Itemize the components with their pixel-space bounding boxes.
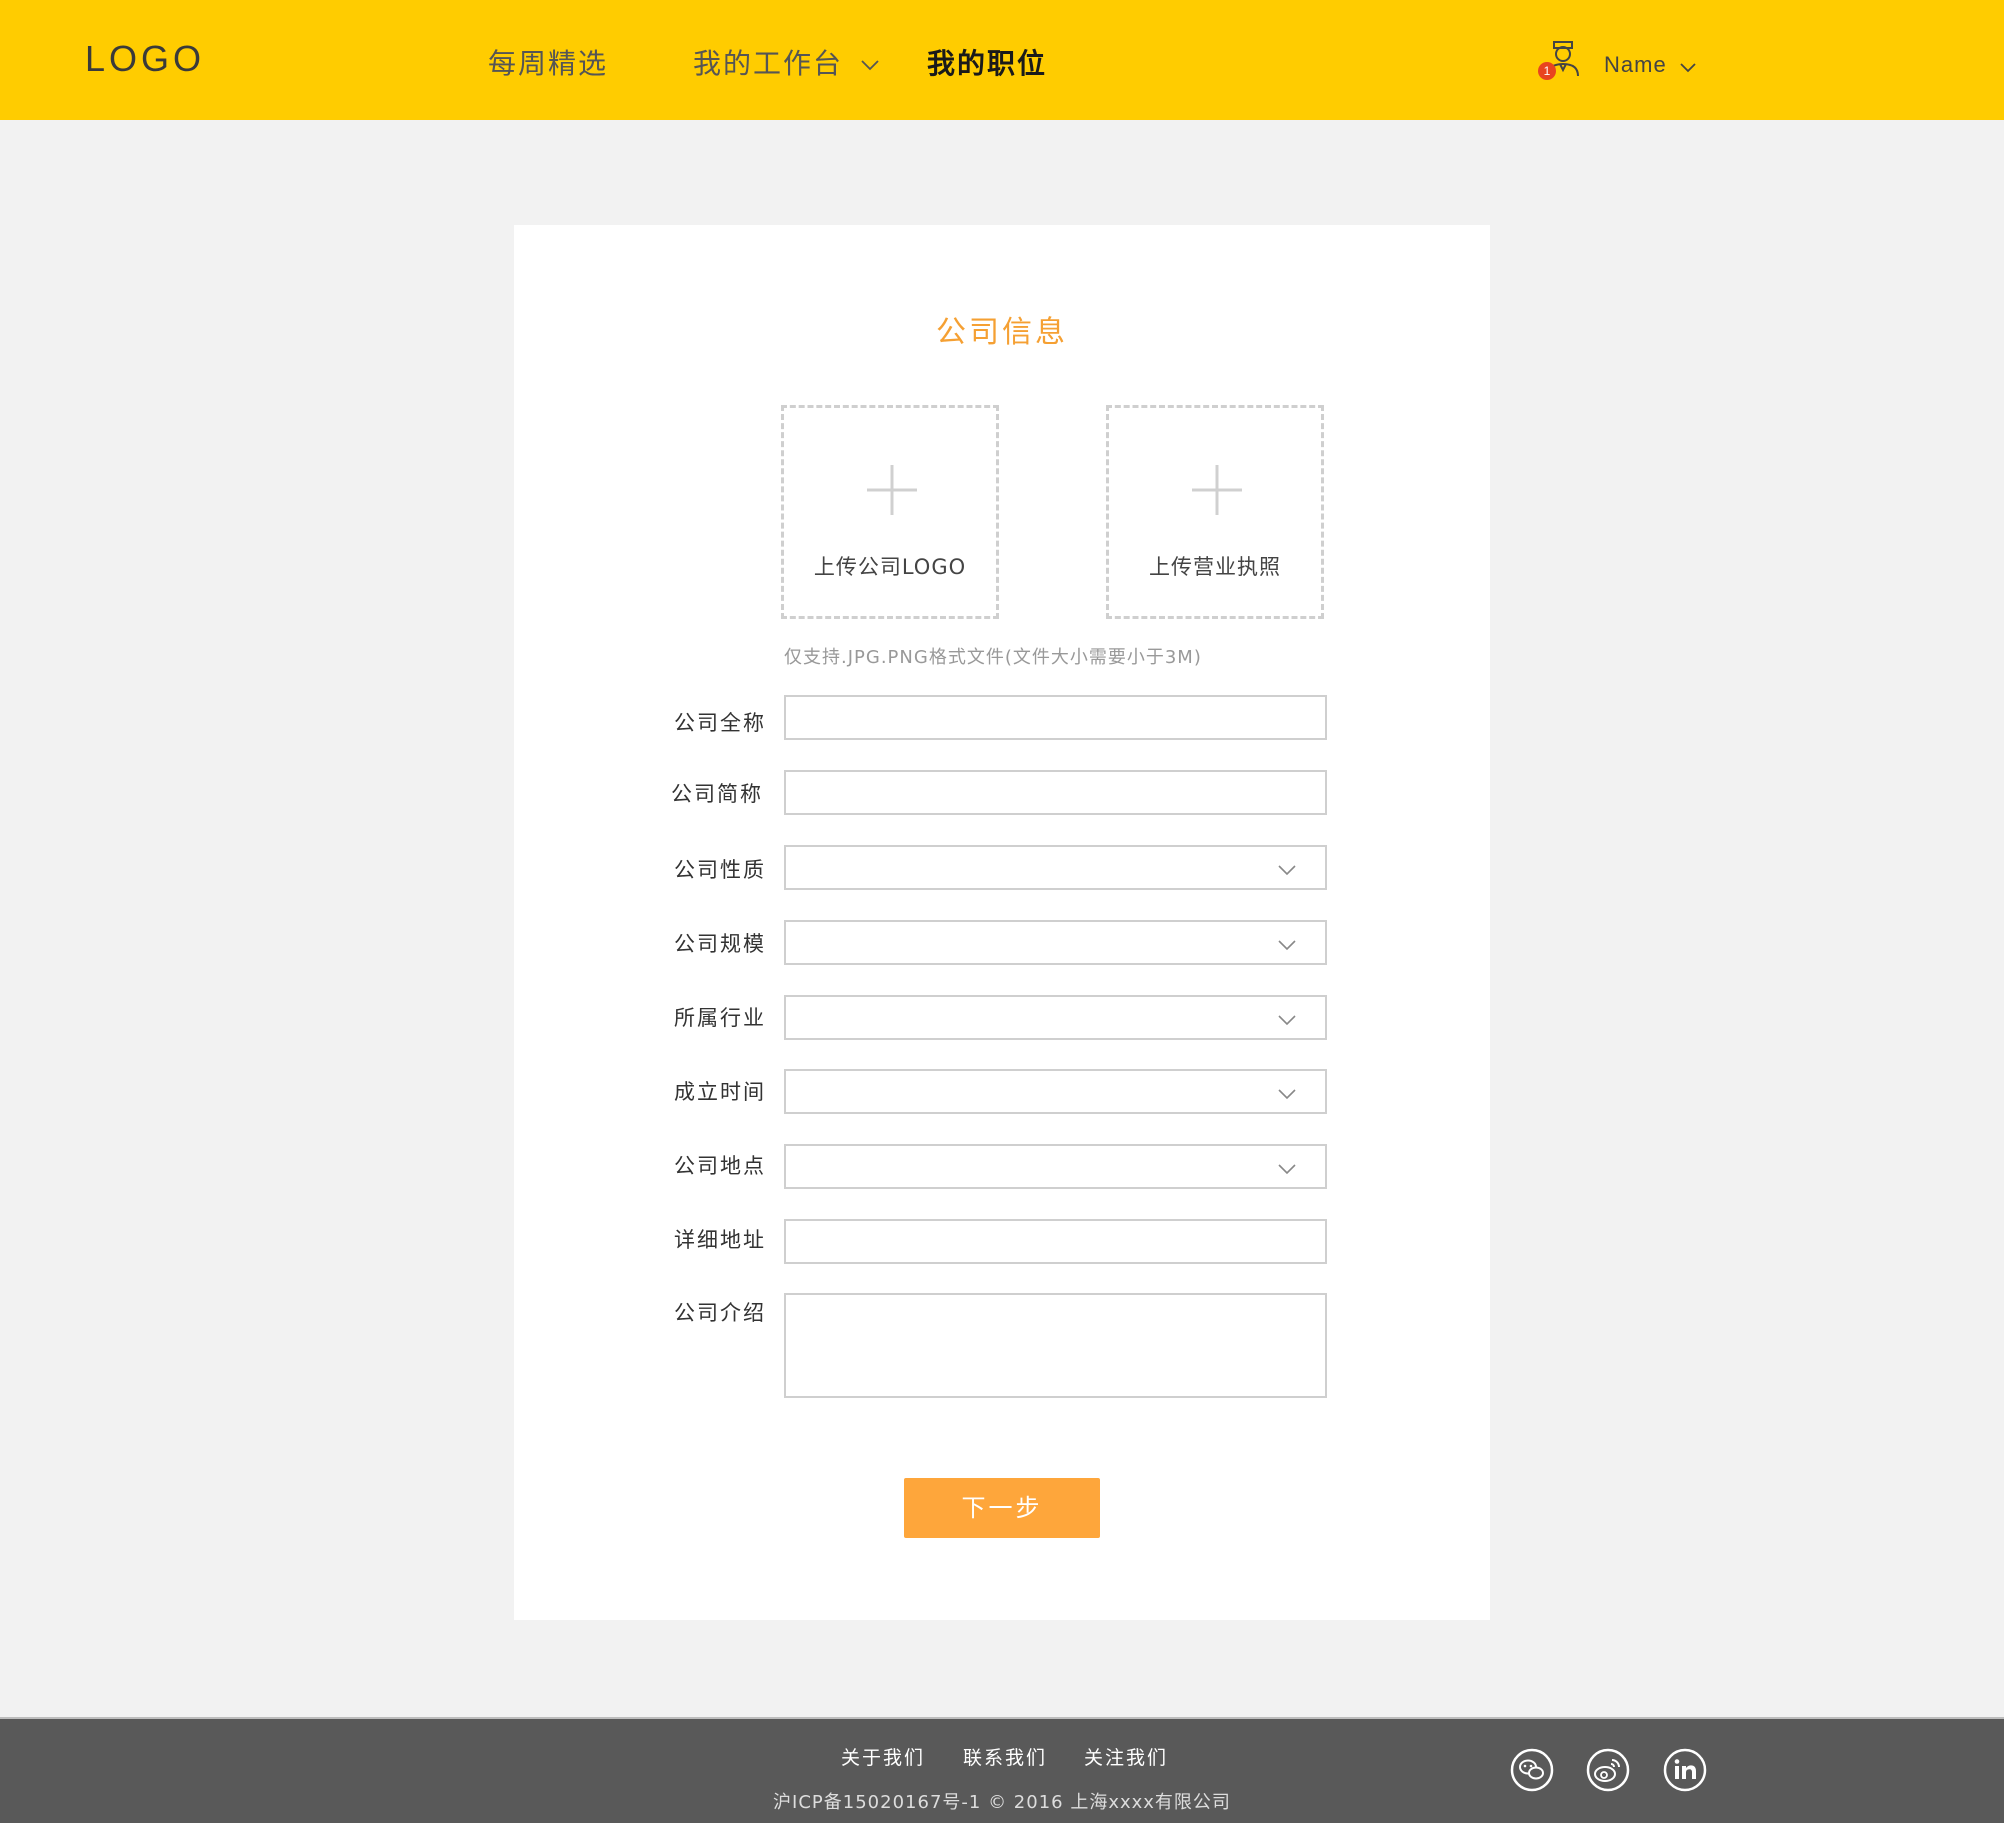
industry-select[interactable] bbox=[784, 995, 1327, 1040]
chevron-down-icon bbox=[1278, 865, 1296, 876]
field-label-industry: 所属行业 bbox=[674, 1006, 766, 1030]
upload-license-label: 上传营业执照 bbox=[1149, 555, 1281, 579]
plus-icon bbox=[867, 465, 917, 515]
footer: 关于我们 联系我们 关注我们 沪ICP备15020167号-1 © 2016 上… bbox=[0, 1719, 2004, 1823]
wechat-icon[interactable] bbox=[1510, 1748, 1554, 1792]
field-label-nature: 公司性质 bbox=[674, 858, 766, 882]
user-name: Name bbox=[1604, 52, 1667, 77]
weibo-icon[interactable] bbox=[1586, 1748, 1630, 1792]
linkedin-icon[interactable] bbox=[1663, 1748, 1707, 1792]
next-step-button[interactable]: 下一步 bbox=[904, 1478, 1100, 1538]
field-label-location: 公司地点 bbox=[674, 1154, 766, 1178]
company-intro-textarea[interactable] bbox=[784, 1293, 1327, 1398]
field-label-intro: 公司介绍 bbox=[674, 1301, 766, 1325]
form-title: 公司信息 bbox=[936, 315, 1068, 350]
upload-hint: 仅支持.JPG.PNG格式文件(文件大小需要小于3M) bbox=[784, 647, 1202, 668]
company-scale-select[interactable] bbox=[784, 920, 1327, 965]
founded-time-select[interactable] bbox=[784, 1069, 1327, 1114]
field-label-full-name: 公司全称 bbox=[674, 711, 766, 735]
upload-logo-button[interactable]: 上传公司LOGO bbox=[781, 405, 999, 619]
field-label-founded: 成立时间 bbox=[674, 1080, 766, 1104]
nav-item-label: 我的工作台 bbox=[693, 47, 844, 80]
company-info-card: 公司信息 上传公司LOGO 上传营业执照 仅支持.JPG.PNG格式文件(文件大… bbox=[514, 225, 1490, 1620]
upload-license-button[interactable]: 上传营业执照 bbox=[1106, 405, 1324, 619]
company-short-name-input[interactable] bbox=[784, 770, 1327, 815]
nav-item-my-positions[interactable]: 我的职位 bbox=[927, 42, 1047, 82]
company-location-select[interactable] bbox=[784, 1144, 1327, 1189]
field-label-scale: 公司规模 bbox=[674, 932, 766, 956]
detailed-address-input[interactable] bbox=[784, 1219, 1327, 1264]
chevron-down-icon bbox=[861, 60, 879, 71]
footer-link-follow[interactable]: 关注我们 bbox=[1084, 1743, 1168, 1770]
nav-item-my-workspace[interactable]: 我的工作台 bbox=[693, 42, 880, 82]
chevron-down-icon bbox=[1278, 940, 1296, 951]
footer-link-contact[interactable]: 联系我们 bbox=[963, 1743, 1047, 1770]
field-label-short-name: 公司简称 bbox=[671, 782, 763, 806]
plus-icon bbox=[1192, 465, 1242, 515]
chevron-down-icon bbox=[1278, 1089, 1296, 1100]
field-label-address: 详细地址 bbox=[674, 1228, 766, 1252]
notification-badge: 1 bbox=[1538, 62, 1556, 80]
company-full-name-input[interactable] bbox=[784, 695, 1327, 740]
site-logo[interactable]: LOGO bbox=[85, 38, 205, 80]
top-nav-bar: LOGO 每周精选 我的工作台 我的职位 1 Name bbox=[0, 0, 2004, 120]
nav-item-weekly-picks[interactable]: 每周精选 bbox=[488, 42, 608, 82]
footer-link-about[interactable]: 关于我们 bbox=[841, 1743, 925, 1770]
chevron-down-icon bbox=[1680, 63, 1696, 73]
company-nature-select[interactable] bbox=[784, 845, 1327, 890]
chevron-down-icon bbox=[1278, 1164, 1296, 1175]
chevron-down-icon bbox=[1278, 1015, 1296, 1026]
upload-logo-label: 上传公司LOGO bbox=[813, 555, 967, 579]
